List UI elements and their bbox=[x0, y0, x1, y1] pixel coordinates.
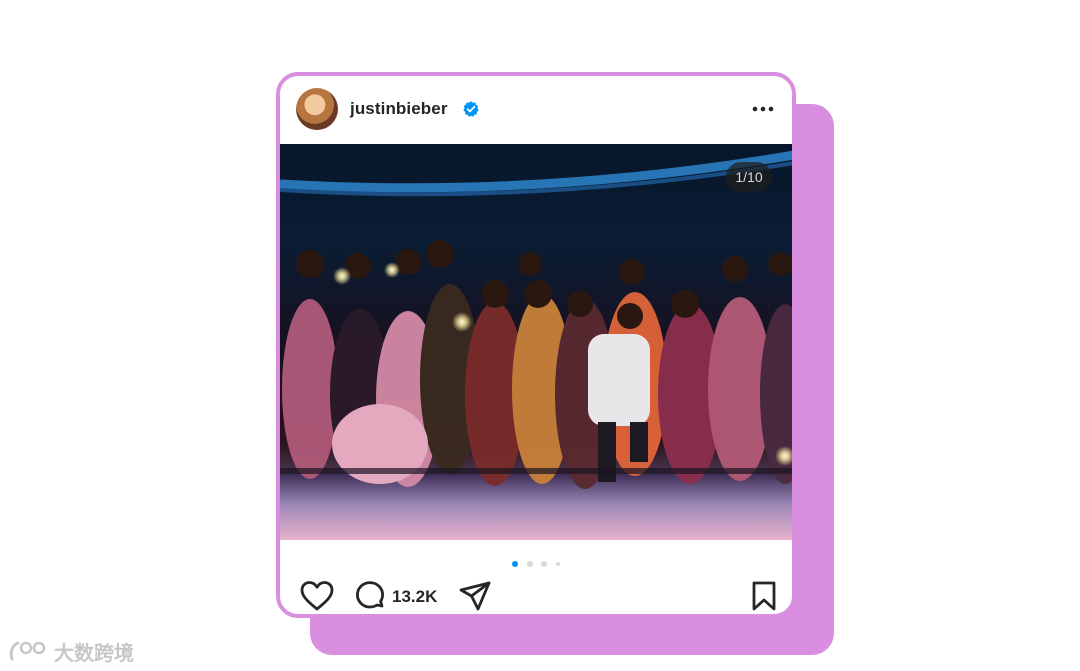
carousel-dot-active bbox=[512, 561, 519, 567]
carousel-dots bbox=[280, 554, 792, 572]
post-username[interactable]: justinbieber bbox=[350, 99, 448, 119]
photo-scene-illustration bbox=[280, 150, 792, 540]
verified-badge-icon bbox=[463, 101, 479, 117]
send-icon[interactable] bbox=[458, 580, 492, 612]
comment-bubble-icon[interactable] bbox=[354, 580, 386, 612]
carousel-dot bbox=[555, 562, 560, 566]
watermark-icon bbox=[9, 641, 46, 661]
heart-icon[interactable] bbox=[300, 580, 334, 612]
post-action-bar: 13.2K bbox=[280, 576, 792, 614]
post-header: justinbieber bbox=[280, 76, 792, 144]
image-counter-badge: 1/10 bbox=[726, 162, 772, 192]
carousel-dot bbox=[526, 561, 533, 567]
watermark-text: 大数跨境 bbox=[54, 642, 134, 665]
instagram-post-card: justinbieber 1/10 13.2K bbox=[276, 72, 796, 618]
more-horizontal-icon[interactable] bbox=[750, 100, 776, 118]
post-photo-crowd-stage[interactable]: 1/10 bbox=[280, 144, 792, 540]
watermark-logo: 大数跨境 bbox=[8, 638, 134, 665]
bookmark-icon[interactable] bbox=[750, 580, 778, 612]
comment-count: 13.2K bbox=[392, 587, 438, 606]
profile-avatar[interactable] bbox=[296, 88, 338, 130]
carousel-dot bbox=[541, 561, 548, 567]
